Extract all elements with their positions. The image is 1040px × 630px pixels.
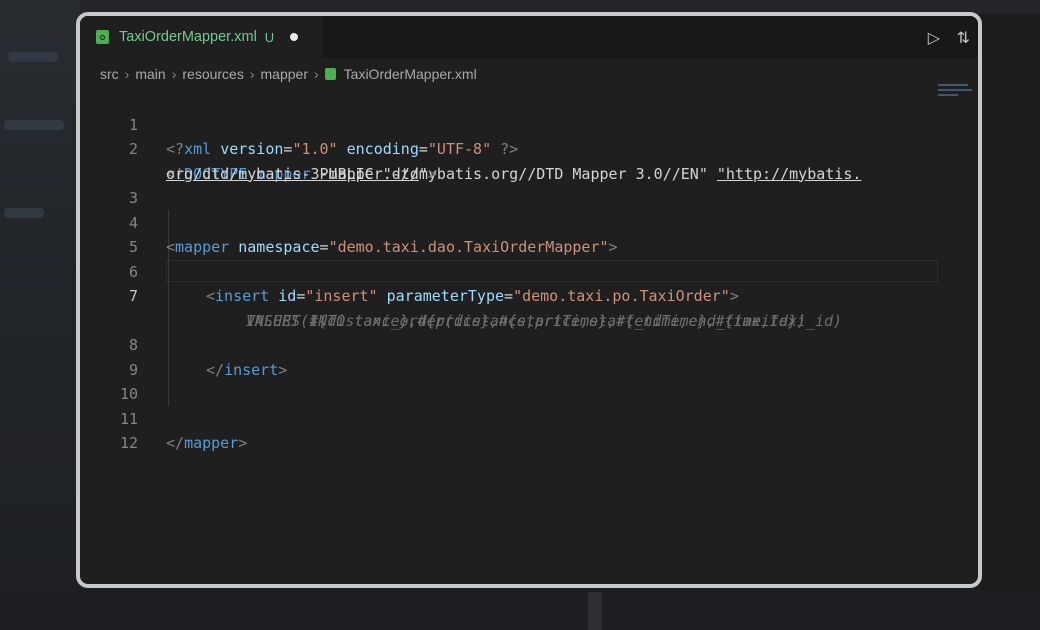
current-line-highlight [166, 260, 938, 282]
code-line: 6 <insert id="insert" parameterType="dem… [80, 235, 739, 306]
breadcrumb-file[interactable]: TaxiOrderMapper.xml [344, 66, 477, 82]
breadcrumb: src › main › resources › mapper › TaxiOr… [100, 63, 477, 85]
git-untracked-badge: U [264, 29, 275, 45]
unsaved-dot-icon[interactable] [290, 33, 299, 41]
chevron-right-icon: › [313, 66, 319, 82]
code-editor[interactable]: 1 <?xml version="1.0" encoding="UTF-8" ?… [80, 88, 978, 584]
code-line: 8 </insert> [80, 309, 287, 379]
code-text: <mapper namespace="demo.taxi.dao.TaxiOrd… [166, 238, 618, 256]
code-line: 11 </mapper> [80, 382, 247, 453]
code-text: <insert id="insert" parameterType="demo.… [206, 287, 739, 305]
editor-tab[interactable]: TaxiOrderMapper.xml U [80, 16, 322, 58]
code-line-active: 7 INSERT INTO taxi_order(distance,price,… [80, 260, 842, 330]
chevron-right-icon: › [124, 66, 130, 82]
code-line: 5 [80, 211, 138, 256]
xml-file-icon [324, 68, 336, 80]
background-bottom-blur [0, 592, 1040, 630]
editor-window: TaxiOrderMapper.xml U ▷ ⇅ src › main › r… [76, 12, 982, 588]
code-line: 12 [80, 407, 138, 452]
play-icon[interactable]: ▷ [928, 28, 940, 48]
background-blur-strip [4, 120, 64, 130]
code-line-wrapped: org/dtd/mybatis-3-mapper.dtd"> [80, 137, 437, 183]
chevron-right-icon: › [249, 66, 255, 82]
breadcrumb-src[interactable]: src [100, 66, 119, 82]
code-text: <?xml version="1.0" encoding="UTF-8" ?> [166, 140, 519, 158]
dtd-link[interactable]: org/dtd/mybatis-3-mapper.dtd [166, 165, 419, 183]
xml-file-icon [96, 30, 109, 44]
compare-changes-icon[interactable]: ⇅ [957, 28, 970, 48]
line-number: 12 [119, 434, 138, 452]
code-text: </mapper> [166, 434, 248, 452]
breadcrumb-mapper[interactable]: mapper [261, 66, 308, 82]
code-line: 1 <?xml version="1.0" encoding="UTF-8" ?… [80, 88, 518, 159]
tab-bar: TaxiOrderMapper.xml U ▷ ⇅ [80, 16, 978, 58]
code-line-wrapped: VALUES(#{distance},#{price},#{startTime}… [80, 284, 806, 330]
background-scrollbar-blur [588, 592, 602, 630]
background-blur-strip [4, 208, 44, 218]
code-line: 2 <!DOCTYPE mapper PUBLIC "-//mybatis.or… [80, 113, 861, 183]
code-line: 4 <mapper namespace="demo.taxi.dao.TaxiO… [80, 186, 618, 257]
dtd-link[interactable]: "http://mybatis. [717, 165, 862, 183]
code-line: 3 [80, 162, 138, 207]
code-text: </insert> [206, 360, 288, 379]
background-sidebar-blur [0, 0, 80, 630]
sql-text: VALUES(#{distance},#{price},#{startTime}… [246, 311, 806, 330]
tab-filename: TaxiOrderMapper.xml [119, 29, 257, 45]
breadcrumb-resources[interactable]: resources [182, 66, 243, 82]
breadcrumb-main[interactable]: main [135, 66, 165, 82]
code-text: org/dtd/mybatis-3-mapper.dtd"> [166, 164, 437, 183]
background-blur-strip [8, 52, 58, 62]
code-line: 9 [80, 333, 138, 379]
chevron-right-icon: › [171, 66, 177, 82]
code-line: 10 [80, 358, 138, 403]
